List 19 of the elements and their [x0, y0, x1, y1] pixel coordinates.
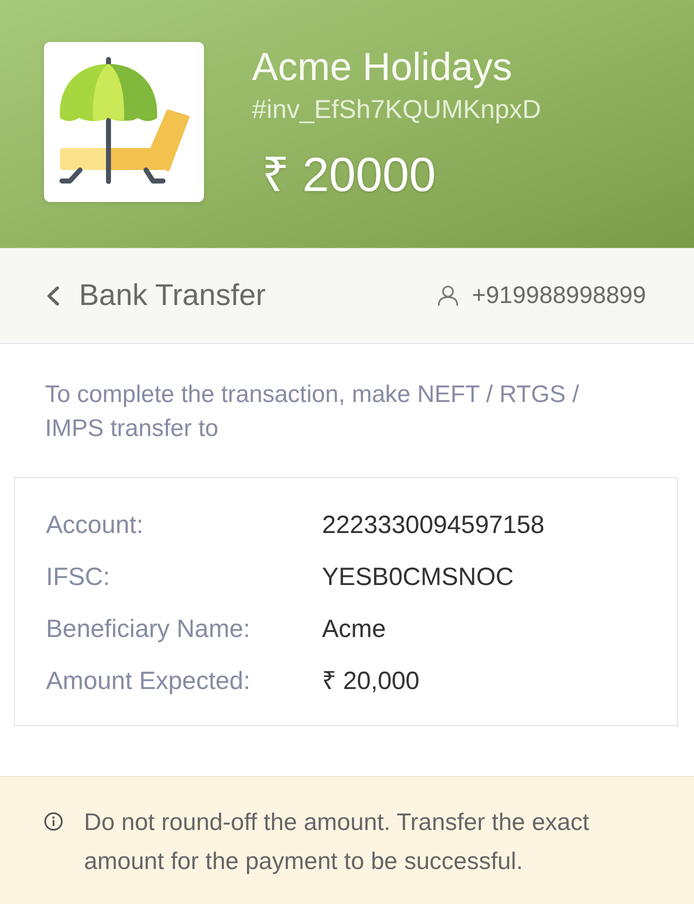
detail-label: IFSC:	[46, 562, 111, 593]
umbrella-lounger-icon	[44, 42, 204, 202]
invoice-id: #inv_EfSh7KQUMKnpxD	[252, 94, 542, 124]
back-chevron-icon[interactable]	[46, 286, 60, 306]
detail-label: Account:	[46, 510, 144, 541]
detail-value: Acme	[322, 614, 387, 645]
merchant-name: Acme Holidays	[252, 46, 512, 90]
notice-text: Do not round-off the amount. Transfer the exact amount for the payment to be successful.	[84, 808, 590, 877]
detail-label: Beneficiary Name:	[46, 614, 252, 645]
amount: ₹ 20000	[262, 149, 436, 203]
detail-value: ₹ 20,000	[322, 666, 420, 697]
info-icon	[44, 812, 63, 831]
instruction-text: To complete the transaction, make NEFT / RTGS / IMPS transfer to	[45, 380, 580, 444]
detail-label: Amount Expected:	[46, 666, 252, 697]
phone-number: +919988998899	[472, 282, 646, 310]
detail-value: 2223330094597158	[322, 510, 544, 541]
page-title: Bank Transfer	[79, 278, 266, 312]
detail-value: YESB0CMSNOC	[322, 562, 515, 593]
user-icon	[436, 285, 459, 306]
